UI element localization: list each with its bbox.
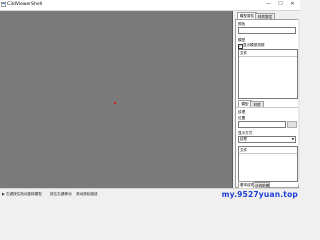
watermark-text: my.9527yuan.top [221,190,298,199]
status-bar: ▶ 左键按住拖动旋转模型 按住右键移动 滚动滚轮缩放 my.9527yuan.t… [0,188,300,201]
model-file-list[interactable]: 文件 [238,49,298,99]
properties-panel: 模型属性 材质属性 颜色 模型 显示模型线框 文件 模型 材质 纹理 位置 显示… [234,11,300,197]
display-mode-select[interactable]: 纹理 ▼ [238,136,296,143]
status-rotate-hint: ▶ 左键按住拖动旋转模型 [2,192,42,196]
color-field[interactable] [238,27,296,34]
list-header-divider [239,153,297,154]
browse-button[interactable] [287,121,297,128]
title-bar: C3dViewerShell — ☐ ✕ [0,0,300,11]
display-mode-value: 纹理 [240,137,247,141]
chevron-down-icon: ▼ [291,137,294,141]
window-title: C3dViewerShell [7,2,43,7]
texture-file-list[interactable]: 文件 [238,146,298,182]
center-marker [114,102,116,104]
wireframe-checkbox-label: 显示模型线框 [243,43,265,47]
section-divider [236,107,298,108]
texture-path-field[interactable] [238,121,286,128]
minimize-button[interactable]: — [264,1,273,8]
tab-content-frame: 颜色 模型 显示模型线框 文件 模型 材质 纹理 位置 显示方式 纹理 ▼ 文件… [235,19,299,189]
app-icon [1,2,6,7]
maximize-button[interactable]: ☐ [276,1,285,8]
close-button[interactable]: ✕ [288,1,297,8]
status-move-hint: 按住右键移动 [50,192,72,196]
status-zoom-hint: 滚动滚轮缩放 [76,192,98,196]
list-header-divider [239,56,297,57]
panel-scrollbar[interactable] [298,19,300,185]
3d-viewport[interactable] [0,11,233,188]
texture-label: 纹理 [238,110,246,114]
